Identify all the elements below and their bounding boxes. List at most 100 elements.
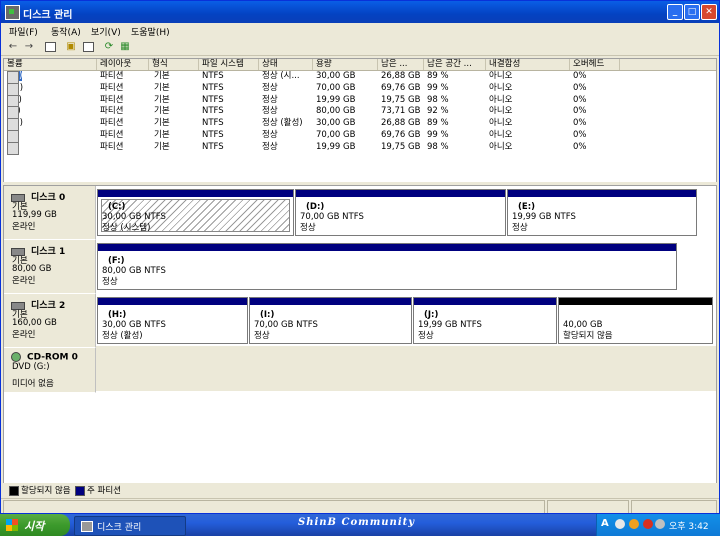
security-icon[interactable] (629, 519, 639, 529)
ime-indicator[interactable]: A (601, 518, 609, 529)
language-icon[interactable] (615, 519, 625, 529)
volume-row[interactable]: (I:) 파티션 기본 NTFS 정상 70,00 GB 69,76 GB 99 % 아니오 0% (4, 130, 716, 143)
cell-capacity: 19,99 GB (316, 141, 356, 152)
col-percent-free[interactable]: 남은 공간 ... (424, 59, 486, 70)
partition-status: 정상 (활성) (102, 331, 143, 341)
menu-bar: 파일(F) 동작(A) 보기(V) 도움말(H) (1, 23, 719, 39)
unallocated-bar (559, 298, 712, 305)
cell-free-space: 19,75 GB (381, 94, 421, 105)
primary-swatch (75, 486, 85, 496)
menu-view[interactable]: 보기(V) (91, 25, 121, 38)
cell-fault-tolerance: 아니오 (489, 141, 513, 152)
cdrom-icon (11, 352, 21, 362)
volume-row[interactable]: (F:) 파티션 기본 NTFS 정상 80,00 GB 73,71 GB 92 % 아니오 0% (4, 106, 716, 120)
disk-1-label[interactable]: 디스크 1 기본 80,00 GB 온라인 (4, 240, 96, 294)
primary-partition-bar (250, 298, 411, 305)
disk-graphical-view: 디스크 0 기본 119,99 GB 온라인 (C:) 30,00 GB NTF… (3, 185, 717, 485)
partition-e[interactable]: (E:) 19,99 GB NTFS 정상 (507, 189, 697, 236)
partition-label: (D:) (306, 202, 325, 212)
cell-filesystem: NTFS (202, 118, 224, 129)
disk-0-label[interactable]: 디스크 0 기본 119,99 GB 온라인 (4, 186, 96, 240)
volume-row[interactable]: (J:) 파티션 기본 NTFS 정상 19,99 GB 19,75 GB 98 % 아니오 0% (4, 141, 716, 155)
volume-row[interactable]: (H:) 파티션 기본 NTFS 정상 (활성) 30,00 GB 26,88 GB 89 %… (4, 118, 716, 132)
refresh-icon[interactable]: ⟳ (103, 41, 115, 52)
volume-list-header: 볼륨 레이아웃 형식 파일 시스템 상태 용량 남은 ... 남은 공간 ...… (4, 59, 716, 71)
cell-fault-tolerance: 아니오 (489, 118, 513, 129)
col-overhead[interactable]: 오버헤드 (570, 59, 620, 70)
volume-row[interactable]: (D:) 파티션 기본 NTFS 정상 70,00 GB 69,76 GB 99 % 아니오 0% (4, 82, 716, 96)
close-button[interactable]: ✕ (701, 4, 717, 20)
cdrom-name: CD-ROM 0 (27, 352, 78, 363)
taskbar-button-disk-management[interactable]: 디스크 관리 (74, 516, 186, 536)
cell-overhead: 0% (573, 71, 587, 81)
legend-primary: 주 파티션 (87, 486, 121, 496)
cell-volume: (E:) (7, 94, 22, 108)
app-icon[interactable] (5, 5, 20, 20)
clock[interactable]: 오후 3:42 (669, 519, 709, 532)
taskbar-button-label: 디스크 관리 (97, 523, 142, 533)
volume-list: 볼륨 레이아웃 형식 파일 시스템 상태 용량 남은 ... 남은 공간 ...… (3, 58, 717, 183)
partition-label: (I:) (260, 310, 275, 320)
partition-status: 정상 (418, 331, 434, 341)
partition-h[interactable]: (H:) 30,00 GB NTFS 정상 (활성) (97, 297, 248, 344)
forward-icon[interactable]: → (23, 41, 35, 52)
menu-file[interactable]: 파일(F) (9, 25, 38, 38)
cell-capacity: 19,99 GB (316, 94, 356, 105)
alert-icon[interactable] (643, 519, 653, 529)
cell-percent-free: 98 % (427, 94, 449, 105)
cdrom-0-label[interactable]: CD-ROM 0 DVD (G:) 미디어 없음 (4, 348, 96, 393)
cell-overhead: 0% (573, 106, 587, 117)
partition-status: 정상 (254, 331, 270, 341)
help-icon[interactable] (83, 42, 94, 52)
partition-f[interactable]: (F:) 80,00 GB NTFS 정상 (97, 243, 677, 290)
cell-fault-tolerance: 아니오 (489, 106, 513, 117)
cell-capacity: 70,00 GB (316, 130, 356, 140)
cell-type: 기본 (154, 118, 170, 129)
disk-name: 디스크 2 (31, 301, 66, 311)
unallocated-space[interactable]: 40,00 GB 할당되지 않음 (558, 297, 713, 344)
cell-capacity: 30,00 GB (316, 118, 356, 129)
volume-row[interactable]: (E:) 파티션 기본 NTFS 정상 19,99 GB 19,75 GB 98 % 아니오 0% (4, 94, 716, 108)
console-tree-icon[interactable] (45, 42, 56, 52)
cell-volume: (D:) (7, 82, 23, 96)
col-filesystem[interactable]: 파일 시스템 (199, 59, 259, 70)
menu-action[interactable]: 동작(A) (51, 25, 81, 38)
col-free-space[interactable]: 남은 ... (378, 59, 424, 70)
col-capacity[interactable]: 용량 (313, 59, 378, 70)
properties-icon[interactable]: ▣ (65, 41, 77, 52)
col-status[interactable]: 상태 (259, 59, 313, 70)
cell-free-space: 26,88 GB (381, 118, 421, 129)
partition-i[interactable]: (I:) 70,00 GB NTFS 정상 (249, 297, 412, 344)
cell-type: 기본 (154, 141, 170, 152)
col-volume[interactable]: 볼륨 (4, 59, 97, 70)
col-type[interactable]: 형식 (149, 59, 199, 70)
system-tray: A 오후 3:42 (596, 514, 720, 536)
back-icon[interactable]: ← (7, 41, 19, 52)
status-cell (3, 500, 545, 513)
partition-label: (E:) (518, 202, 535, 212)
app-icon (81, 521, 93, 532)
maximize-button[interactable]: □ (684, 4, 700, 20)
cell-free-space: 19,75 GB (381, 141, 421, 152)
volume-row[interactable]: (C:) 파티션 기본 NTFS 정상 (시... 30,00 GB 26,88 GB 89 … (4, 71, 716, 84)
start-button[interactable]: 시작 (0, 514, 70, 536)
disk-2-label[interactable]: 디스크 2 기본 160,00 GB 온라인 (4, 294, 96, 348)
partition-j[interactable]: (J:) 19,99 GB NTFS 정상 (413, 297, 557, 344)
cell-status: 정상 (262, 82, 278, 93)
volume-icon[interactable] (655, 519, 665, 529)
menu-help[interactable]: 도움말(H) (131, 25, 170, 38)
partition-d[interactable]: (D:) 70,00 GB NTFS 정상 (295, 189, 506, 236)
cell-type: 기본 (154, 106, 170, 117)
export-icon[interactable]: ▦ (119, 41, 131, 52)
cell-status: 정상 (시... (262, 71, 300, 81)
minimize-button[interactable]: _ (667, 4, 683, 20)
col-layout[interactable]: 레이아웃 (97, 59, 149, 70)
title-bar[interactable]: 디스크 관리 _ □ ✕ (1, 1, 719, 23)
cell-overhead: 0% (573, 94, 587, 105)
cell-percent-free: 89 % (427, 71, 449, 81)
partition-label: (F:) (108, 256, 125, 266)
col-fault-tolerance[interactable]: 내결함성 (486, 59, 570, 70)
cell-capacity: 70,00 GB (316, 82, 356, 93)
cell-filesystem: NTFS (202, 130, 224, 140)
partition-c[interactable]: (C:) 30,00 GB NTFS 정상 (시스템) (97, 189, 294, 236)
